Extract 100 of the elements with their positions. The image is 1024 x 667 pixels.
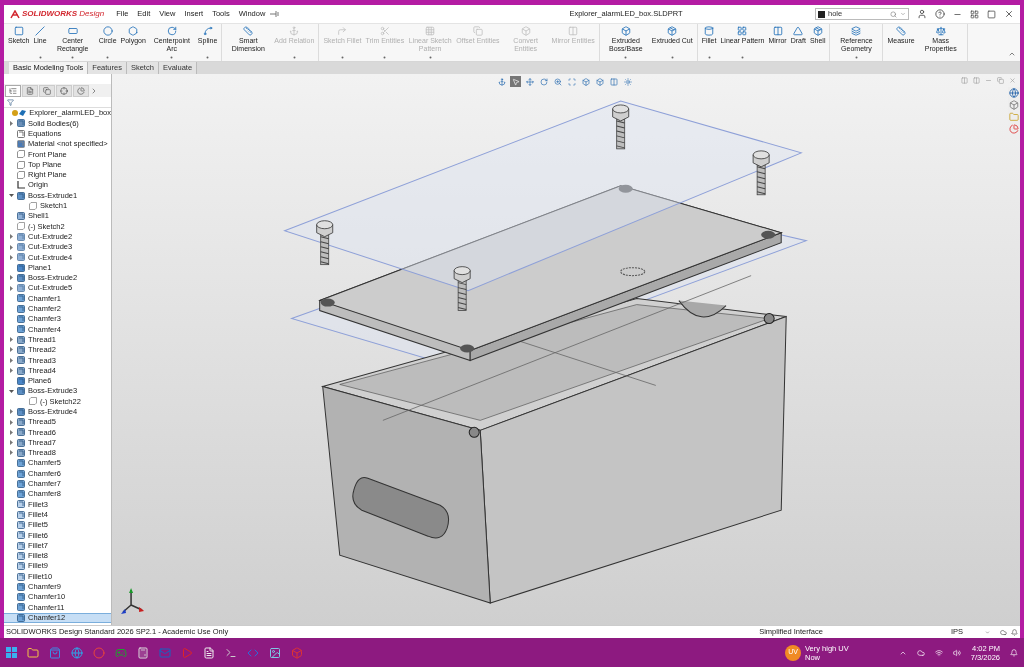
expand-arrow-icon[interactable] — [8, 244, 14, 250]
app-name: SOLIDWORKS Design — [22, 8, 105, 20]
sketch-icon — [29, 397, 37, 406]
panel-tab[interactable] — [5, 84, 21, 97]
caret-icon[interactable] — [38, 56, 42, 59]
caret-icon[interactable] — [106, 56, 110, 59]
panel-tab[interactable] — [22, 84, 38, 97]
logo-icon — [10, 9, 20, 19]
expand-arrow-icon[interactable] — [8, 234, 14, 240]
expand-arrow-icon[interactable] — [8, 429, 14, 435]
screw — [752, 150, 770, 196]
corner-icon — [337, 26, 348, 36]
feature-tree-icon — [9, 86, 17, 95]
chevron-right-icon[interactable] — [90, 86, 98, 95]
package-icon — [812, 26, 823, 36]
spline-icon — [202, 26, 213, 36]
grid-icon — [425, 26, 436, 36]
view-tool[interactable] — [566, 76, 577, 87]
globe-icon[interactable] — [1009, 88, 1019, 98]
view-tool[interactable] — [510, 76, 521, 87]
grid-icon — [737, 26, 748, 36]
gamepad-icon[interactable] — [115, 646, 127, 659]
help-icon[interactable] — [935, 9, 945, 19]
filter-icon[interactable] — [7, 98, 14, 106]
expand-arrow-icon[interactable] — [8, 285, 14, 291]
view-tool[interactable] — [538, 76, 549, 87]
maximize-icon[interactable] — [987, 9, 996, 19]
axis-triad-icon — [121, 588, 145, 614]
expand-arrow-icon[interactable] — [8, 120, 14, 126]
move-icon — [525, 77, 534, 86]
anchor-icon — [497, 77, 506, 86]
anchor-icon — [289, 26, 300, 36]
caret-icon[interactable] — [707, 56, 711, 59]
caret-icon[interactable] — [624, 56, 628, 59]
line-icon — [35, 26, 45, 36]
pin-icon[interactable] — [270, 11, 280, 17]
hexagon-icon — [128, 26, 139, 36]
expand-arrow-icon[interactable] — [8, 409, 14, 415]
zoom-icon — [553, 77, 562, 86]
cube-icon[interactable] — [1009, 100, 1019, 110]
layers-icon — [851, 26, 862, 36]
copy-icon — [472, 26, 483, 36]
collapse-ribbon-icon[interactable] — [1008, 50, 1016, 58]
configuration-icon — [43, 86, 51, 95]
sketch-icon — [29, 201, 37, 210]
cloud-icon[interactable] — [1000, 628, 1007, 636]
scissors-icon — [379, 26, 390, 36]
start-icon[interactable] — [6, 647, 17, 658]
panel-tab[interactable] — [39, 84, 55, 97]
close-icon[interactable] — [1004, 9, 1014, 19]
globe-icon[interactable] — [71, 646, 83, 659]
caret-icon[interactable] — [854, 56, 858, 59]
user-icon[interactable] — [917, 9, 927, 19]
origin-icon — [17, 181, 25, 190]
cylinder-icon — [704, 26, 715, 36]
caret-icon[interactable] — [71, 56, 75, 59]
expand-arrow-icon[interactable] — [8, 337, 14, 343]
triangle-icon — [793, 26, 804, 36]
view-tool[interactable] — [580, 76, 591, 87]
caret-icon[interactable] — [206, 56, 210, 59]
panel-tab[interactable] — [73, 84, 89, 97]
screw — [612, 104, 630, 150]
rectangle-icon — [67, 26, 78, 36]
expand-arrow-icon[interactable] — [8, 254, 14, 260]
arc-icon — [166, 26, 177, 36]
notification-icon[interactable] — [1010, 648, 1018, 657]
view-tool[interactable] — [496, 76, 507, 87]
expand-arrow-icon[interactable] — [8, 347, 14, 353]
expand-arrow-icon[interactable] — [8, 440, 14, 446]
caret-icon[interactable] — [670, 56, 674, 59]
view-tool[interactable] — [524, 76, 535, 87]
expand-arrow-icon[interactable] — [8, 275, 14, 281]
properties-icon — [26, 86, 34, 95]
ruler-icon — [896, 26, 907, 36]
panel-tab[interactable] — [56, 84, 72, 97]
tile-icon[interactable] — [970, 9, 979, 19]
image-icon[interactable] — [269, 646, 281, 659]
expand-arrow-icon[interactable] — [8, 368, 14, 374]
volume-icon[interactable] — [952, 648, 961, 657]
zoom-area-icon — [567, 77, 576, 86]
view-tool[interactable] — [552, 76, 563, 87]
store-icon[interactable] — [49, 646, 61, 659]
package-icon — [667, 26, 678, 36]
cube-icon — [520, 26, 531, 36]
collapse-arrow-icon[interactable] — [8, 388, 14, 394]
view-tool[interactable] — [622, 76, 633, 87]
terminal-icon[interactable] — [225, 646, 237, 659]
bell-icon[interactable] — [1011, 628, 1018, 636]
part-icon — [12, 109, 27, 118]
document-icon[interactable] — [203, 646, 215, 659]
search-icon[interactable] — [890, 10, 897, 18]
expand-arrow-icon[interactable] — [8, 357, 14, 363]
caret-icon[interactable] — [740, 56, 744, 59]
caret-icon[interactable] — [170, 56, 174, 59]
collapse-arrow-icon[interactable] — [8, 193, 14, 198]
lighting-icon — [623, 77, 632, 86]
square-icon — [13, 26, 24, 36]
expand-arrow-icon[interactable] — [8, 419, 14, 425]
expand-arrow-icon[interactable] — [8, 450, 14, 456]
wifi-icon[interactable] — [934, 648, 943, 657]
